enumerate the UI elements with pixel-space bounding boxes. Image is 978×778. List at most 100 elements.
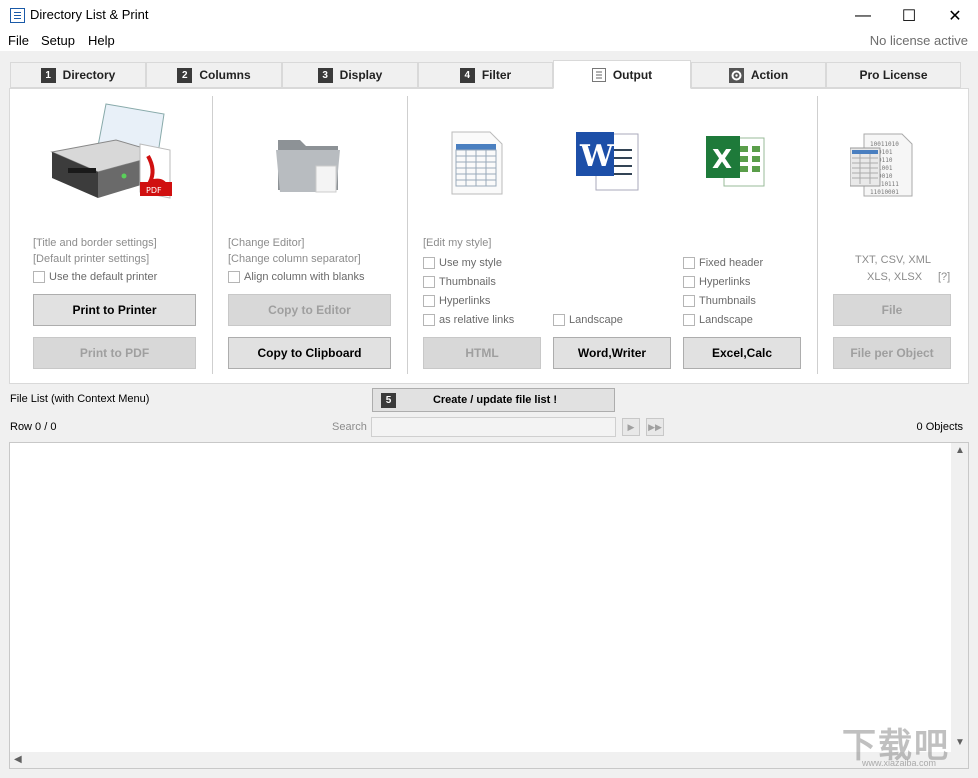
title-border-settings-link[interactable]: [Title and border settings] <box>33 237 157 249</box>
binary-file-icon: 10011010 0101 0110 1001 0010 01010111 1101000… <box>849 132 914 198</box>
find-all-icon[interactable]: ▶▶ <box>646 418 664 436</box>
svg-text:10011010: 10011010 <box>870 141 899 148</box>
checkbox[interactable] <box>423 314 435 326</box>
edit-my-style-link[interactable]: [Edit my style] <box>423 237 491 249</box>
row-status: Row 0 / 0 <box>10 421 57 433</box>
checkbox-label: as relative links <box>439 314 515 326</box>
file-formats-line1: TXT, CSV, XML <box>855 254 932 266</box>
html-relative-links-row[interactable]: as relative links <box>423 314 514 326</box>
horizontal-scrollbar[interactable]: ◀ <box>10 752 951 768</box>
word-landscape-row[interactable]: Landscape <box>553 314 623 326</box>
tab-label: Pro License <box>859 68 928 82</box>
word-icon: W <box>574 128 642 196</box>
html-use-my-style-row[interactable]: Use my style <box>423 257 502 269</box>
menu-help[interactable]: Help <box>88 33 115 48</box>
create-button-label: Create / update file list ! <box>432 394 558 406</box>
print-to-printer-button[interactable]: Print to Printer <box>33 294 196 326</box>
checkbox-label: Landscape <box>569 314 623 326</box>
excel-hyperlinks-row[interactable]: Hyperlinks <box>683 276 750 288</box>
default-printer-checkbox-row[interactable]: Use the default printer <box>33 271 157 283</box>
file-formats-line2: XLS, XLSX <box>867 271 923 283</box>
vertical-scrollbar[interactable]: ▲ ▼ <box>951 443 968 752</box>
copy-to-clipboard-button[interactable]: Copy to Clipboard <box>228 337 391 369</box>
tab-pro-license[interactable]: Pro License <box>826 62 961 88</box>
minimize-button[interactable]: — <box>840 0 886 31</box>
checkbox[interactable] <box>683 276 695 288</box>
section-divider <box>817 96 818 374</box>
html-thumbnails-row[interactable]: Thumbnails <box>423 276 496 288</box>
gear-icon <box>728 67 744 83</box>
folder-icon <box>272 130 344 198</box>
search-input[interactable] <box>371 417 616 437</box>
word-writer-button[interactable]: Word,Writer <box>553 337 671 369</box>
change-column-separator-link[interactable]: [Change column separator] <box>228 253 361 265</box>
scroll-up-icon[interactable]: ▲ <box>955 445 965 456</box>
tab-label: Columns <box>199 68 251 82</box>
excel-fixed-header-row[interactable]: Fixed header <box>683 257 763 269</box>
license-status: No license active <box>869 33 968 48</box>
tab-action[interactable]: Action <box>691 62 826 88</box>
checkbox[interactable] <box>683 314 695 326</box>
tab-label: Output <box>612 67 653 82</box>
file-list-view[interactable] <box>9 442 969 769</box>
maximize-button[interactable]: ☐ <box>886 0 932 31</box>
checkbox[interactable] <box>683 295 695 307</box>
close-button[interactable]: ✕ <box>932 0 978 31</box>
checkbox-label: Use my style <box>439 257 502 269</box>
svg-text:11010001: 11010001 <box>870 189 899 196</box>
checkbox[interactable] <box>423 276 435 288</box>
tab-label: Action <box>750 68 789 82</box>
section-divider <box>212 96 213 374</box>
tab-display[interactable]: 3 Display <box>282 62 418 88</box>
menu-file[interactable]: File <box>8 33 29 48</box>
checkbox[interactable] <box>683 257 695 269</box>
app-icon <box>10 8 25 23</box>
checkbox-label: Fixed header <box>699 257 764 269</box>
tab-filter[interactable]: 4 Filter <box>418 62 553 88</box>
find-next-icon[interactable]: ▶ <box>622 418 640 436</box>
html-hyperlinks-row[interactable]: Hyperlinks <box>423 295 490 307</box>
checkbox-label: Hyperlinks <box>699 276 751 288</box>
print-to-pdf-button[interactable]: Print to PDF <box>33 337 196 369</box>
align-column-checkbox-row[interactable]: Align column with blanks <box>228 271 364 283</box>
checkbox-label: Align column with blanks <box>244 271 365 283</box>
tab-number: 2 <box>177 67 193 83</box>
tab-columns[interactable]: 2 Columns <box>146 62 282 88</box>
default-printer-settings-link[interactable]: [Default printer settings] <box>33 253 149 265</box>
file-button[interactable]: File <box>833 294 951 326</box>
excel-thumbnails-row[interactable]: Thumbnails <box>683 295 756 307</box>
svg-text:PDF: PDF <box>146 186 162 195</box>
menu-setup[interactable]: Setup <box>41 33 75 48</box>
checkbox-label: Hyperlinks <box>439 295 491 307</box>
checkbox-label: Landscape <box>699 314 753 326</box>
tab-directory[interactable]: 1 Directory <box>10 62 146 88</box>
scroll-down-icon[interactable]: ▼ <box>955 737 965 748</box>
checkbox-label: Thumbnails <box>699 295 756 307</box>
printer-pdf-icon: PDF <box>46 102 178 202</box>
checkbox[interactable] <box>423 257 435 269</box>
change-editor-link[interactable]: [Change Editor] <box>228 237 304 249</box>
scroll-corner <box>951 752 968 768</box>
html-button[interactable]: HTML <box>423 337 541 369</box>
tab-label: Directory <box>62 68 116 82</box>
tab-number: 3 <box>317 67 333 83</box>
excel-icon: X <box>704 130 768 194</box>
copy-to-editor-button[interactable]: Copy to Editor <box>228 294 391 326</box>
step-number: 5 <box>381 392 396 408</box>
checkbox[interactable] <box>423 295 435 307</box>
formats-help-link[interactable]: [?] <box>938 271 950 283</box>
checkbox[interactable] <box>228 271 240 283</box>
tab-number: 1 <box>40 67 56 83</box>
excel-calc-button[interactable]: Excel,Calc <box>683 337 801 369</box>
file-per-object-button[interactable]: File per Object <box>833 337 951 369</box>
excel-landscape-row[interactable]: Landscape <box>683 314 753 326</box>
html-table-icon <box>448 130 504 196</box>
section-divider <box>407 96 408 374</box>
checkbox[interactable] <box>33 271 45 283</box>
tab-label: Filter <box>481 68 512 82</box>
checkbox-label: Thumbnails <box>439 276 496 288</box>
scroll-left-icon[interactable]: ◀ <box>14 754 22 765</box>
tab-output[interactable]: Output <box>553 60 691 89</box>
create-update-file-list-button[interactable]: 5 Create / update file list ! <box>372 388 615 412</box>
checkbox[interactable] <box>553 314 565 326</box>
